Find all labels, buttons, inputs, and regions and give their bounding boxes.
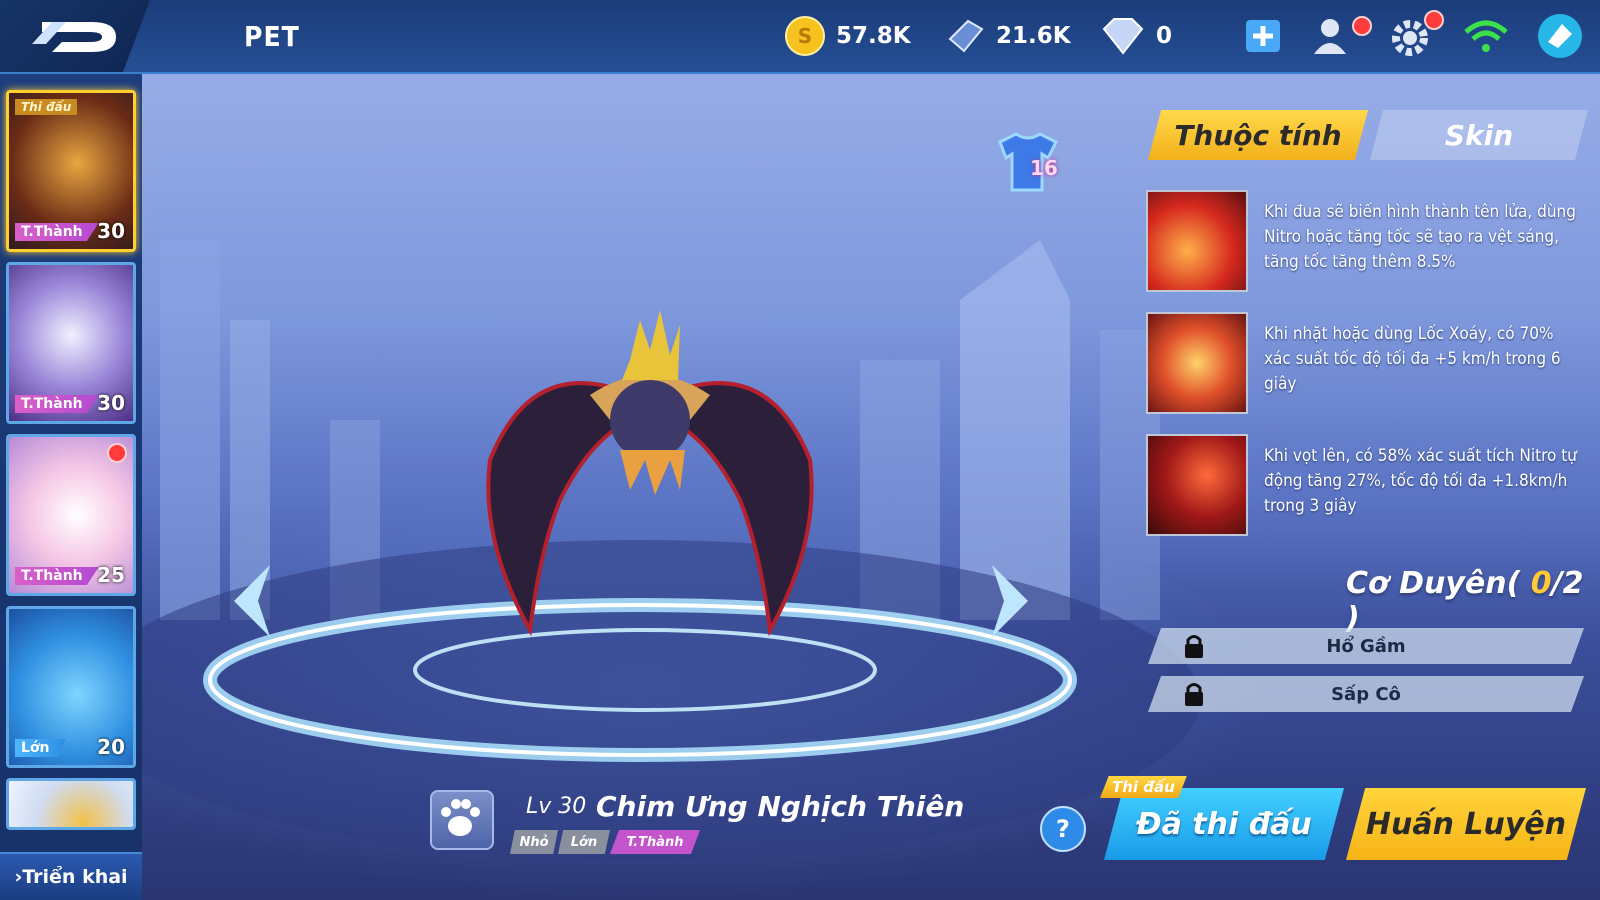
bond-item-label: Sấp Cô <box>1331 683 1401 705</box>
bond-item-label: Hổ Gầm <box>1326 635 1406 657</box>
skill-description: Khi vọt lên, có 58% xác suất tích Nitro … <box>1264 446 1577 516</box>
pet-model-phoenix <box>486 310 814 637</box>
deploy-label: Triển khai <box>22 866 128 888</box>
bond-current: 0 <box>1530 566 1552 601</box>
pet-size-tag: Lớn <box>15 739 66 757</box>
back-button[interactable] <box>0 0 150 72</box>
skill-row: Khi vọt lên, có 58% xác suất tích Nitro … <box>1146 434 1586 538</box>
community-icon[interactable] <box>1536 12 1584 60</box>
gem-amount: 21.6K <box>996 23 1071 49</box>
add-currency-icon[interactable] <box>1240 12 1288 60</box>
friends-notification-dot <box>1352 16 1372 36</box>
skill-row: Khi nhặt hoặc dùng Lốc Xoáy, có 70% xác … <box>1146 312 1586 416</box>
pet-size-tag: T.Thành <box>15 223 99 241</box>
settings-notification-dot <box>1424 10 1444 30</box>
pet-level-label: Lv 30 <box>526 794 587 819</box>
size-stage-small: Nhỏ <box>510 830 558 854</box>
pet-badge: Thi đấu <box>15 99 78 115</box>
compete-tag: Thi đấu <box>1100 776 1187 798</box>
friends-icon[interactable] <box>1310 12 1358 60</box>
pet-level: 30 <box>97 219 125 243</box>
wifi-icon <box>1464 20 1508 52</box>
pet-size-tag: T.Thành <box>15 567 99 585</box>
pet-portrait <box>9 781 133 827</box>
pet-action-button[interactable] <box>430 790 494 850</box>
top-bar: PET S 57.8K 21.6K 0 <box>0 0 1600 74</box>
attribute-tabs: Thuộc tính Skin <box>1148 110 1588 162</box>
pet-notification-dot <box>107 443 127 463</box>
tab-skin[interactable]: Skin <box>1370 110 1588 160</box>
pet-level: 30 <box>97 391 125 415</box>
pet-card[interactable]: Thi đấu T.Thành 30 <box>6 90 136 252</box>
size-stage-adult: T.Thành <box>610 830 700 854</box>
svg-text:S: S <box>798 24 812 48</box>
lock-icon <box>1185 683 1203 706</box>
pet-name: Chim Ưng Nghịch Thiên <box>596 790 965 823</box>
size-stage-large: Lớn <box>558 830 610 854</box>
pet-card[interactable]: T.Thành 25 <box>6 434 136 596</box>
bond-item-locked[interactable]: Hổ Gầm <box>1148 628 1584 664</box>
gold-coin-icon: S <box>785 16 825 56</box>
page-title: PET <box>244 20 300 53</box>
gold-amount: 57.8K <box>836 23 911 49</box>
pet-size-stages: Nhỏ Lớn T.Thành <box>510 830 710 854</box>
skill-description: Khi đua sẽ biến hình thành tên lửa, dùng… <box>1264 202 1576 272</box>
back-logo-icon <box>32 22 116 52</box>
wing-icon <box>1146 434 1248 536</box>
pet-info-panel: Lv 30 Chim Ưng Nghịch Thiên Nhỏ Lớn T.Th… <box>430 790 964 854</box>
bond-item-locked[interactable]: Sấp Cô <box>1148 676 1584 712</box>
diamond-icon <box>1102 18 1144 55</box>
help-button[interactable]: ? <box>1040 806 1086 852</box>
next-pet-arrow[interactable] <box>988 565 1028 637</box>
diamond-counter: 0 <box>1100 16 1172 56</box>
skill-description: Khi nhặt hoặc dùng Lốc Xoáy, có 70% xác … <box>1264 324 1561 394</box>
outfit-badge[interactable]: 16 <box>990 130 1068 196</box>
diamond-amount: 0 <box>1156 23 1173 49</box>
deploy-button[interactable]: › Triển khai <box>0 852 142 900</box>
gem-counter: 21.6K <box>944 16 1071 56</box>
pet-level: 20 <box>97 735 125 759</box>
bond-title: Cơ Duyên( 0/2 ) <box>1346 566 1600 636</box>
flame-trail-icon <box>1146 190 1248 292</box>
pet-list-sidebar: Thi đấu T.Thành 30 T.Thành 30 T.Thành 25… <box>0 74 142 900</box>
bond-open: ( <box>1506 566 1531 601</box>
compete-button[interactable]: Đã thi đấu <box>1104 788 1344 860</box>
train-button[interactable]: Huấn Luyện <box>1346 788 1586 860</box>
tab-attributes[interactable]: Thuộc tính <box>1148 110 1368 160</box>
bond-label: Cơ Duyên <box>1346 566 1507 601</box>
pet-card[interactable]: T.Thành 30 <box>6 262 136 424</box>
pet-size-tag: T.Thành <box>15 395 99 413</box>
previous-pet-arrow[interactable] <box>234 565 274 637</box>
pet-card[interactable]: Lớn 20 <box>6 606 136 768</box>
outfit-count: 16 <box>1030 156 1058 180</box>
lock-icon <box>1185 635 1203 658</box>
chevron-right-icon: › <box>14 866 23 888</box>
skill-row: Khi đua sẽ biến hình thành tên lửa, dùng… <box>1146 190 1586 294</box>
pet-level: 25 <box>97 563 125 587</box>
pet-card[interactable] <box>6 778 136 830</box>
gold-counter: S 57.8K <box>784 16 911 56</box>
tornado-icon <box>1146 312 1248 414</box>
paw-icon <box>441 799 480 836</box>
crystal-gem-icon <box>948 19 984 53</box>
